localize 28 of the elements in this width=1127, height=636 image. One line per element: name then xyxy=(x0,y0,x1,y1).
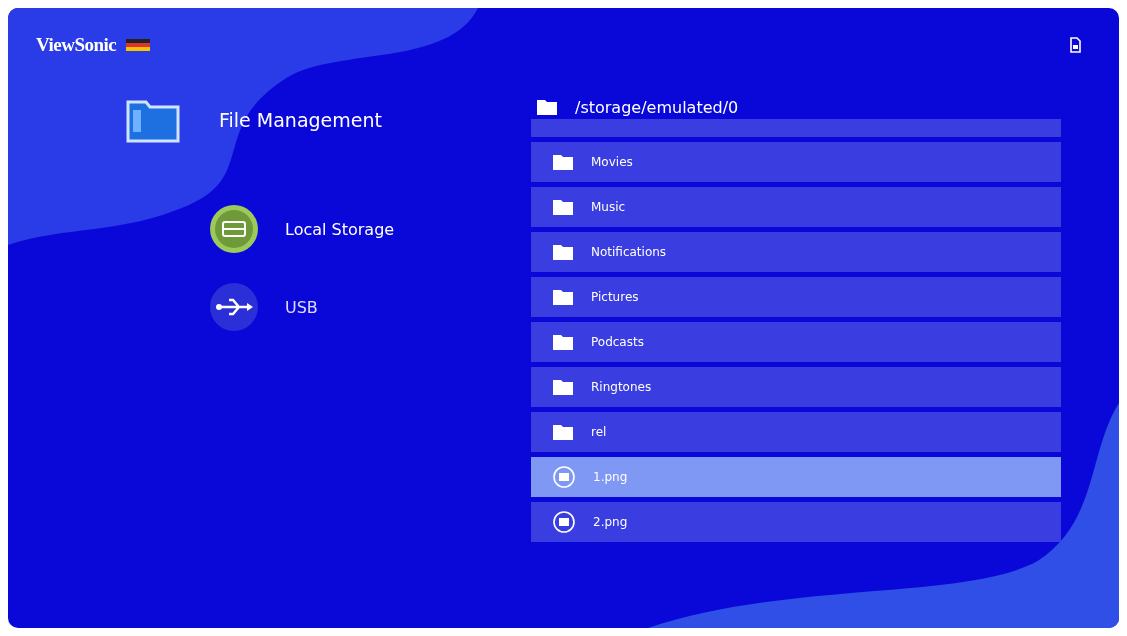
file-list-item[interactable]: 2.png xyxy=(531,502,1061,542)
folder-path: /storage/emulated/0 xyxy=(575,97,739,117)
image-icon xyxy=(553,466,575,488)
file-list-item[interactable]: rel xyxy=(531,412,1061,452)
storage-option[interactable]: USB xyxy=(209,282,531,332)
folder-icon xyxy=(537,99,557,115)
file-list-item[interactable]: Pictures xyxy=(531,277,1061,317)
sd-card-icon xyxy=(1069,37,1081,53)
file-list-item[interactable]: Podcasts xyxy=(531,322,1061,362)
list-row[interactable] xyxy=(531,119,1061,137)
usb-icon xyxy=(209,282,259,332)
folder-icon xyxy=(553,289,573,305)
file-list-item[interactable]: Notifications xyxy=(531,232,1061,272)
file-list-item[interactable]: Movies xyxy=(531,142,1061,182)
file-list-item[interactable]: Music xyxy=(531,187,1061,227)
storage-option[interactable]: Local Storage xyxy=(209,204,531,254)
folder-icon xyxy=(553,154,573,170)
folder-icon xyxy=(553,379,573,395)
file-list-item[interactable]: Ringtones xyxy=(531,367,1061,407)
hard-drive-icon xyxy=(209,204,259,254)
logo-mark-icon xyxy=(124,39,153,51)
folder-icon xyxy=(553,199,573,215)
image-icon xyxy=(553,511,575,533)
folder-icon xyxy=(553,424,573,440)
brand-logo: ViewSonic xyxy=(36,34,117,56)
page-title: File Management xyxy=(219,109,382,131)
folder-icon xyxy=(553,334,573,350)
folder-icon xyxy=(553,244,573,260)
